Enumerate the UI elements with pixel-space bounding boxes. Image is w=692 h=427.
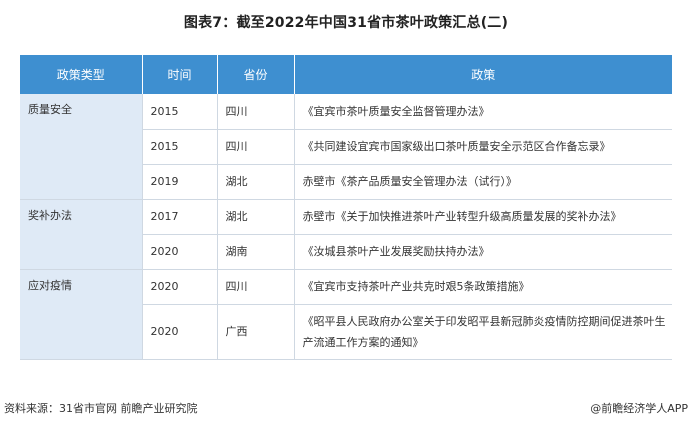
province-cell: 四川: [217, 94, 295, 130]
policy-cell: 《共同建设宜宾市国家级出口茶叶质量安全示范区合作备忘录》: [294, 129, 672, 165]
policy-cell: 《昭平县人民政府办公室关于印发昭平县新冠肺炎疫情防控期间促进茶叶生产流通工作方案…: [294, 304, 672, 360]
province-cell: 四川: [217, 129, 295, 165]
chart-title: 图表7：截至2022年中国31省市茶叶政策汇总(二): [183, 15, 509, 31]
table-row: 质量安全 2015 四川 《宜宾市茶叶质量安全监督管理办法》: [20, 94, 672, 200]
province-cell: 湖南: [217, 234, 295, 270]
header-policy: 政策: [294, 55, 672, 94]
year-cell: 2017: [142, 199, 218, 235]
source-note: 资料来源：31省市官网 前瞻产业研究院: [4, 402, 198, 415]
table-header-row: 政策类型 时间 省份 政策: [20, 55, 672, 94]
province-cell: 广西: [217, 304, 295, 360]
policy-type-cell: 质量安全: [20, 94, 143, 200]
policy-cell: 赤壁市《茶产品质量安全管理办法（试行）》: [294, 164, 672, 200]
header-province: 省份: [217, 55, 295, 94]
brand-credit: @前瞻经济学人APP: [590, 402, 688, 415]
header-year: 时间: [142, 55, 218, 94]
policy-cell: 赤壁市《关于加快推进茶叶产业转型升级高质量发展的奖补办法》: [294, 199, 672, 235]
year-cell: 2015: [142, 94, 218, 130]
policy-type-cell: 应对疫情: [20, 269, 143, 360]
policy-cell: 《宜宾市支持茶叶产业共克时艰5条政策措施》: [294, 269, 672, 305]
policy-type-cell: 奖补办法: [20, 199, 143, 270]
province-cell: 湖北: [217, 199, 295, 235]
year-cell: 2020: [142, 269, 218, 305]
policy-cell: 《汝城县茶叶产业发展奖励扶持办法》: [294, 234, 672, 270]
year-cell: 2020: [142, 234, 218, 270]
province-cell: 湖北: [217, 164, 295, 200]
year-cell: 2020: [142, 304, 218, 360]
policy-cell: 《宜宾市茶叶质量安全监督管理办法》: [294, 94, 672, 130]
table-row: 奖补办法 2017 湖北 赤壁市《关于加快推进茶叶产业转型升级高质量发展的奖补办…: [20, 199, 672, 270]
policy-table: 政策类型 时间 省份 政策 质量安全 2015 四川 《宜宾市茶叶质量安全监督管…: [20, 55, 672, 360]
year-cell: 2015: [142, 129, 218, 165]
province-cell: 四川: [217, 269, 295, 305]
table-row: 应对疫情 2020 四川 《宜宾市支持茶叶产业共克时艰5条政策措施》: [20, 269, 672, 360]
header-policy-type: 政策类型: [20, 55, 143, 94]
year-cell: 2019: [142, 164, 218, 200]
